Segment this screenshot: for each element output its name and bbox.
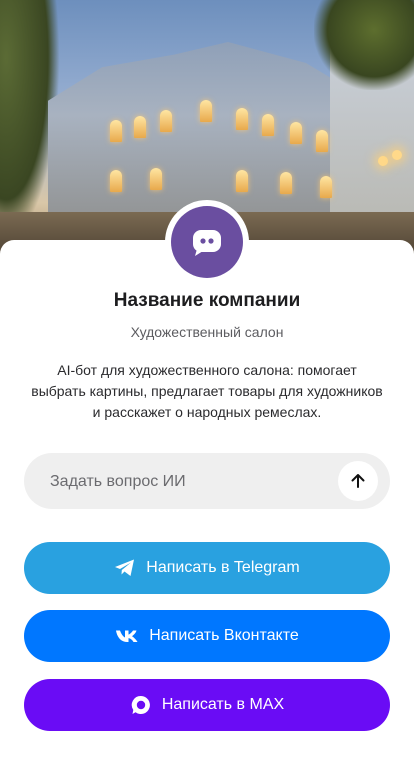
ask-ai-input[interactable]	[48, 453, 342, 511]
telegram-button[interactable]: Написать в Telegram	[24, 542, 390, 594]
company-description: AI-бот для художественного салона: помог…	[31, 362, 383, 420]
max-button[interactable]: Написать в MAX	[24, 679, 390, 731]
max-button-label: Написать в MAX	[161, 696, 285, 713]
avatar-circle	[171, 206, 243, 278]
vk-button[interactable]: Написать Вконтакте	[24, 610, 390, 662]
window	[236, 108, 248, 130]
window	[320, 176, 332, 198]
tree-right	[314, 0, 414, 90]
vk-logo-icon	[115, 629, 139, 643]
send-button[interactable]	[338, 461, 378, 501]
window	[236, 170, 248, 192]
window	[280, 172, 292, 194]
window	[110, 120, 122, 142]
window	[150, 168, 162, 190]
street-lamp	[392, 150, 402, 160]
window	[134, 116, 146, 138]
arrow-up-icon	[351, 474, 365, 488]
window	[110, 170, 122, 192]
vk-button-label: Написать Вконтакте	[149, 627, 299, 644]
window	[290, 122, 302, 144]
avatar	[165, 200, 249, 284]
company-category: Художественный салон	[130, 324, 284, 340]
street-lamp	[378, 156, 388, 166]
window	[200, 100, 212, 122]
telegram-button-label: Написать в Telegram	[146, 559, 300, 576]
chat-bubble-icon	[193, 230, 221, 256]
window	[160, 110, 172, 132]
telegram-plane-icon	[114, 558, 136, 578]
window	[316, 130, 328, 152]
max-logo-icon	[130, 694, 152, 716]
ask-ai-field	[24, 453, 390, 511]
company-name: Название компании	[113, 290, 301, 311]
window	[262, 114, 274, 136]
